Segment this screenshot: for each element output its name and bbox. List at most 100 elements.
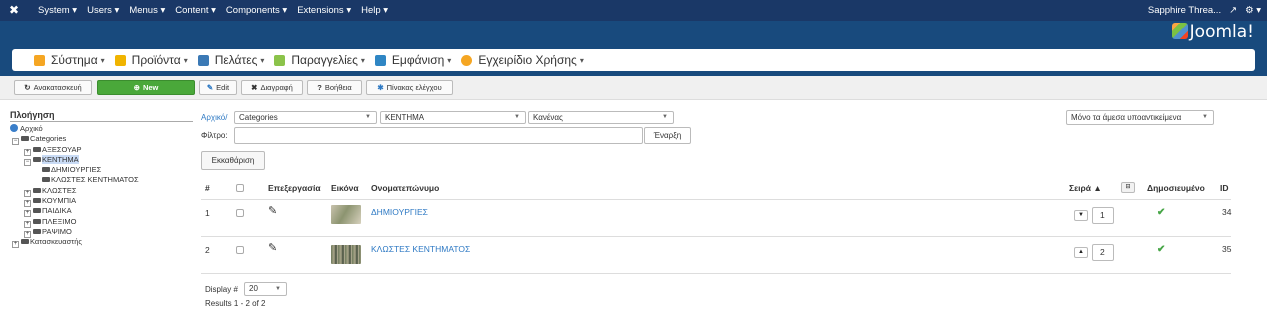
nav-item-label: Σύστημα bbox=[51, 53, 98, 67]
menu-users[interactable]: Users ▾ bbox=[87, 5, 119, 16]
menu-help[interactable]: Help ▾ bbox=[361, 5, 388, 16]
category-tree: Αρχικό − Categories + ΑΞΕΣΟΥΑΡ − ΚΕΝΤΗΜΑ ΔΗ… bbox=[10, 124, 190, 249]
save-order-icon[interactable]: ⊟ bbox=[1121, 182, 1135, 193]
chevron-down-icon: ▼ bbox=[662, 114, 668, 120]
nav-item-products[interactable]: Προϊόντα ▾ bbox=[114, 53, 188, 67]
tree-label: ΚΛΩΣΤΕΣ ΚΕΝΤΗΜΑΤΟΣ bbox=[51, 175, 139, 185]
delete-icon: ✖ bbox=[251, 83, 258, 92]
order-input[interactable]: 2 bbox=[1092, 244, 1114, 261]
delete-button[interactable]: ✖ Διαγραφή bbox=[241, 80, 303, 95]
tree-item-categories[interactable]: − Categories bbox=[10, 134, 190, 146]
order-down-icon[interactable]: ▼ bbox=[1074, 210, 1088, 221]
published-check-icon[interactable]: ✔ bbox=[1157, 207, 1165, 218]
edit-icon: ✎ bbox=[206, 83, 214, 92]
col-order-sort[interactable]: Σειρά ▲ bbox=[1069, 183, 1102, 193]
table-row: 2 ✎ ΚΛΩΣΤΕΣ ΚΕΝΤΗΜΑΤΟΣ ▲ 2 ✔ 35 bbox=[201, 236, 1231, 266]
tree-item-threads[interactable]: + ΚΛΩΣΤΕΣ bbox=[10, 185, 190, 197]
category-thumbnail[interactable] bbox=[331, 205, 361, 224]
nav-item-appearance[interactable]: Εμφάνιση ▾ bbox=[374, 53, 451, 67]
category-select[interactable]: ΚΕΝΤΗΜΑ ▼ bbox=[380, 111, 526, 124]
row-checkbox[interactable] bbox=[236, 246, 244, 254]
tree-label: ΚΛΩΣΤΕΣ bbox=[42, 185, 77, 195]
category-thumbnail[interactable] bbox=[331, 245, 361, 264]
tree-item-kids[interactable]: + ΠΑΙΔΙΚΑ bbox=[10, 206, 190, 218]
top-menu: System ▾ Users ▾ Menus ▾ Content ▾ Compo… bbox=[38, 0, 398, 21]
nav-item-manual[interactable]: Εγχειρίδιο Χρήσης ▾ bbox=[461, 53, 584, 67]
tree-label: ΑΞΕΣΟΥΑΡ bbox=[42, 144, 82, 154]
external-link-icon[interactable]: ↗ bbox=[1229, 5, 1237, 16]
col-id-sort[interactable]: ID bbox=[1220, 183, 1229, 193]
chevron-down-icon: ▼ bbox=[365, 114, 371, 120]
edit-label: Edit bbox=[216, 83, 230, 92]
breadcrumb-home-link[interactable]: Αρχικό/ bbox=[201, 113, 227, 122]
tree-item-creations[interactable]: ΔΗΜΙΟΥΡΓΙΕΣ bbox=[10, 165, 190, 175]
only-direct-value: Μόνο τα άμεσα υποαντικείμενα bbox=[1071, 113, 1182, 122]
folder-icon bbox=[21, 239, 29, 245]
menu-menus[interactable]: Menus ▾ bbox=[129, 5, 165, 16]
col-published-sort[interactable]: Δημοσιευμένο bbox=[1147, 183, 1205, 193]
category-name-link[interactable]: ΚΛΩΣΤΕΣ ΚΕΝΤΗΜΑΤΟΣ bbox=[371, 244, 470, 254]
row-num: 2 bbox=[205, 245, 210, 255]
tree-item-sewing[interactable]: + ΡΑΨΙΜΟ bbox=[10, 227, 190, 238]
folder-icon bbox=[33, 198, 41, 204]
go-button[interactable]: Έναρξη bbox=[644, 127, 691, 144]
category-name-link[interactable]: ΔΗΜΙΟΥΡΓΙΕΣ bbox=[371, 207, 428, 217]
pencil-icon[interactable]: ✎ bbox=[268, 241, 277, 254]
select-all-checkbox[interactable] bbox=[236, 184, 244, 192]
control-panel-label: Πίνακας ελέγχου bbox=[386, 83, 442, 92]
col-num: # bbox=[205, 183, 210, 193]
manufacturer-select[interactable]: Κανένας ▼ bbox=[528, 111, 674, 124]
table-bottom-border bbox=[201, 273, 1231, 274]
rebuild-icon: ↻ bbox=[24, 83, 31, 92]
tree-item-buttons[interactable]: + ΚΟΥΜΠΙΑ bbox=[10, 196, 190, 208]
brand-logo: Joomla! bbox=[1171, 22, 1254, 42]
tree-item-manufacturer[interactable]: + Κατασκευαστής bbox=[10, 237, 190, 249]
tree-item-accessories[interactable]: + ΑΞΕΣΟΥΑΡ bbox=[10, 144, 190, 156]
new-button[interactable]: ⊕ New bbox=[97, 80, 195, 95]
filter-input[interactable] bbox=[234, 127, 643, 144]
folder-icon bbox=[33, 146, 41, 152]
nav-item-customers[interactable]: Πελάτες ▾ bbox=[197, 53, 265, 67]
products-icon bbox=[114, 54, 126, 66]
globe-icon bbox=[10, 124, 18, 132]
action-toolbar: ↻ Ανακατασκευή ⊕ New ✎ Edit ✖ Διαγραφή ? Βοήθ… bbox=[0, 76, 1267, 100]
type-select[interactable]: Categories ▼ bbox=[234, 111, 377, 124]
nav-item-system[interactable]: Σύστημα ▾ bbox=[34, 53, 105, 67]
menu-content[interactable]: Content ▾ bbox=[175, 5, 216, 16]
published-check-icon[interactable]: ✔ bbox=[1157, 244, 1165, 255]
control-panel-button[interactable]: ✱ Πίνακας ελέγχου bbox=[366, 80, 453, 95]
edit-button[interactable]: ✎ Edit bbox=[199, 80, 237, 95]
order-up-icon[interactable]: ▲ bbox=[1074, 247, 1088, 258]
site-name-link[interactable]: Sapphire Threa... bbox=[1148, 5, 1221, 16]
tree-item-embroidery-threads[interactable]: ΚΛΩΣΤΕΣ ΚΕΝΤΗΜΑΤΟΣ bbox=[10, 175, 190, 185]
col-name-sort[interactable]: Ονοματεπώνυμο bbox=[371, 183, 439, 193]
menu-system[interactable]: System ▾ bbox=[38, 5, 77, 16]
navigation-sidebar: Πλοήγηση Αρχικό − Categories + ΑΞΕΣΟΥΑΡ − Κ… bbox=[10, 110, 193, 249]
rebuild-button[interactable]: ↻ Ανακατασκευή bbox=[14, 80, 92, 95]
folder-icon bbox=[42, 167, 50, 173]
manufacturer-select-value: Κανένας bbox=[533, 113, 563, 122]
menu-components[interactable]: Components ▾ bbox=[226, 5, 287, 16]
joomla-logo-icon[interactable]: ✖ bbox=[9, 4, 21, 16]
chevron-down-icon: ▾ bbox=[360, 55, 365, 65]
row-checkbox[interactable] bbox=[236, 209, 244, 217]
nav-item-label: Παραγγελίες bbox=[291, 53, 358, 67]
appearance-icon bbox=[374, 54, 386, 66]
help-button[interactable]: ? Βοήθεια bbox=[307, 80, 362, 95]
expand-icon[interactable]: + bbox=[12, 241, 19, 249]
pencil-icon[interactable]: ✎ bbox=[268, 204, 277, 217]
display-count-select[interactable]: 20 ▼ bbox=[244, 282, 287, 296]
order-input[interactable]: 1 bbox=[1092, 207, 1114, 224]
nav-item-orders[interactable]: Παραγγελίες ▾ bbox=[274, 53, 365, 67]
tree-item-home[interactable]: Αρχικό bbox=[10, 124, 190, 134]
tree-item-embroidery[interactable]: − ΚΕΝΤΗΜΑ bbox=[10, 154, 190, 166]
clear-button[interactable]: Εκκαθάριση bbox=[201, 151, 265, 170]
shop-nav-bar: Σύστημα ▾ Προϊόντα ▾ Πελάτες ▾ Παραγγελίες ▾… bbox=[12, 49, 1255, 71]
menu-extensions[interactable]: Extensions ▾ bbox=[297, 5, 351, 16]
only-direct-select[interactable]: Μόνο τα άμεσα υποαντικείμενα ▼ bbox=[1066, 110, 1214, 125]
user-settings-menu[interactable]: ⚙ ▾ bbox=[1245, 5, 1261, 16]
joomla-brand-icon bbox=[1171, 23, 1188, 39]
chevron-down-icon: ▾ bbox=[260, 55, 265, 65]
tree-item-knitting[interactable]: + ΠΛΕΞΙΜΟ bbox=[10, 217, 190, 228]
chevron-down-icon: ▼ bbox=[1202, 114, 1208, 120]
